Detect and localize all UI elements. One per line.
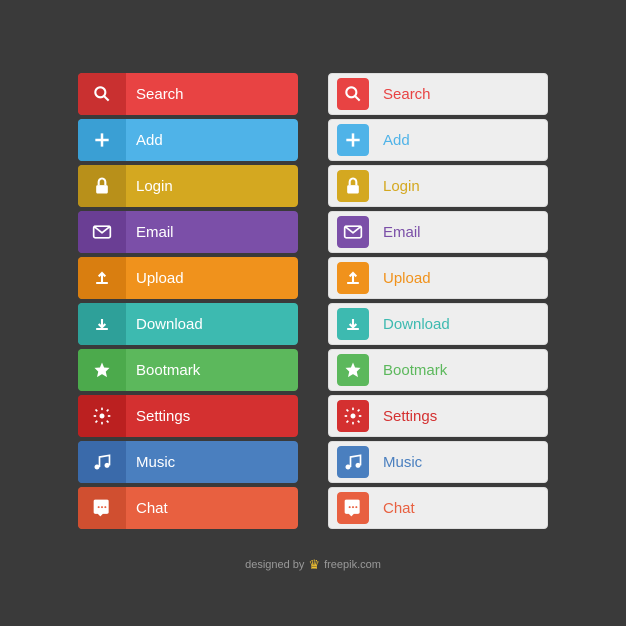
search-icon-box — [78, 73, 126, 115]
w-login-icon-box — [329, 165, 377, 207]
w-lock-icon — [343, 176, 363, 196]
btn-label-email: Email — [126, 224, 298, 241]
btn-label-music: Music — [126, 454, 298, 471]
btn-white-login[interactable]: Login — [328, 165, 548, 207]
star-icon — [92, 360, 112, 380]
w-btn-label-login: Login — [377, 178, 547, 195]
btn-label-upload: Upload — [126, 270, 298, 287]
upload-icon-box — [78, 257, 126, 299]
w-btn-label-bookmark: Bootmark — [377, 362, 547, 379]
freepik-crown-icon: ♛ — [308, 557, 320, 573]
gear-icon — [92, 406, 112, 426]
btn-colored-upload[interactable]: Upload — [78, 257, 298, 299]
w-email-icon — [343, 222, 363, 242]
btn-white-upload[interactable]: Upload — [328, 257, 548, 299]
w-plus-icon — [343, 130, 363, 150]
login-icon-box — [78, 165, 126, 207]
footer: designed by ♛ freepik.com — [245, 557, 381, 573]
btn-white-settings[interactable]: Settings — [328, 395, 548, 437]
chat-icon — [92, 498, 112, 518]
btn-label-chat: Chat — [126, 500, 298, 517]
btn-label-settings: Settings — [126, 408, 298, 425]
w-btn-label-chat: Chat — [377, 500, 547, 517]
search-icon — [92, 84, 112, 104]
btn-colored-search[interactable]: Search — [78, 73, 298, 115]
btn-white-email[interactable]: Email — [328, 211, 548, 253]
w-email-icon-box — [329, 211, 377, 253]
colored-buttons-column: Search Add Login Email Upload — [78, 73, 298, 529]
btn-label-login: Login — [126, 178, 298, 195]
w-btn-label-add: Add — [377, 132, 547, 149]
btn-colored-add[interactable]: Add — [78, 119, 298, 161]
btn-white-add[interactable]: Add — [328, 119, 548, 161]
btn-label-add: Add — [126, 132, 298, 149]
w-btn-label-email: Email — [377, 224, 547, 241]
w-search-icon-box — [329, 73, 377, 115]
btn-white-chat[interactable]: Chat — [328, 487, 548, 529]
lock-icon — [92, 176, 112, 196]
btn-white-bookmark[interactable]: Bootmark — [328, 349, 548, 391]
btn-label-bookmark: Bootmark — [126, 362, 298, 379]
plus-icon — [92, 130, 112, 150]
btn-white-download[interactable]: Download — [328, 303, 548, 345]
w-btn-label-upload: Upload — [377, 270, 547, 287]
w-search-icon — [343, 84, 363, 104]
download-icon-box — [78, 303, 126, 345]
w-gear-icon — [343, 406, 363, 426]
w-upload-icon — [343, 268, 363, 288]
w-add-icon-box — [329, 119, 377, 161]
w-star-icon — [343, 360, 363, 380]
settings-icon-box — [78, 395, 126, 437]
main-container: Search Add Login Email Upload — [58, 53, 568, 549]
white-buttons-column: Search Add Login Ema — [328, 73, 548, 529]
bookmark-icon-box — [78, 349, 126, 391]
add-icon-box — [78, 119, 126, 161]
btn-colored-email[interactable]: Email — [78, 211, 298, 253]
footer-brand: freepik.com — [324, 559, 381, 571]
footer-text: designed by — [245, 559, 304, 571]
upload-icon — [92, 268, 112, 288]
w-btn-label-music: Music — [377, 454, 547, 471]
btn-colored-music[interactable]: Music — [78, 441, 298, 483]
music-icon-box — [78, 441, 126, 483]
btn-colored-settings[interactable]: Settings — [78, 395, 298, 437]
w-btn-label-search: Search — [377, 86, 547, 103]
email-icon-box — [78, 211, 126, 253]
w-upload-icon-box — [329, 257, 377, 299]
btn-colored-download[interactable]: Download — [78, 303, 298, 345]
w-chat-icon — [343, 498, 363, 518]
w-bookmark-icon-box — [329, 349, 377, 391]
w-music-icon — [343, 452, 363, 472]
email-icon — [92, 222, 112, 242]
download-icon — [92, 314, 112, 334]
music-icon — [92, 452, 112, 472]
btn-colored-bookmark[interactable]: Bootmark — [78, 349, 298, 391]
w-download-icon — [343, 314, 363, 334]
btn-colored-chat[interactable]: Chat — [78, 487, 298, 529]
btn-label-search: Search — [126, 86, 298, 103]
btn-colored-login[interactable]: Login — [78, 165, 298, 207]
w-btn-label-download: Download — [377, 316, 547, 333]
w-settings-icon-box — [329, 395, 377, 437]
chat-icon-box — [78, 487, 126, 529]
btn-white-search[interactable]: Search — [328, 73, 548, 115]
w-chat-icon-box — [329, 487, 377, 529]
btn-label-download: Download — [126, 316, 298, 333]
w-music-icon-box — [329, 441, 377, 483]
w-btn-label-settings: Settings — [377, 408, 547, 425]
w-download-icon-box — [329, 303, 377, 345]
btn-white-music[interactable]: Music — [328, 441, 548, 483]
